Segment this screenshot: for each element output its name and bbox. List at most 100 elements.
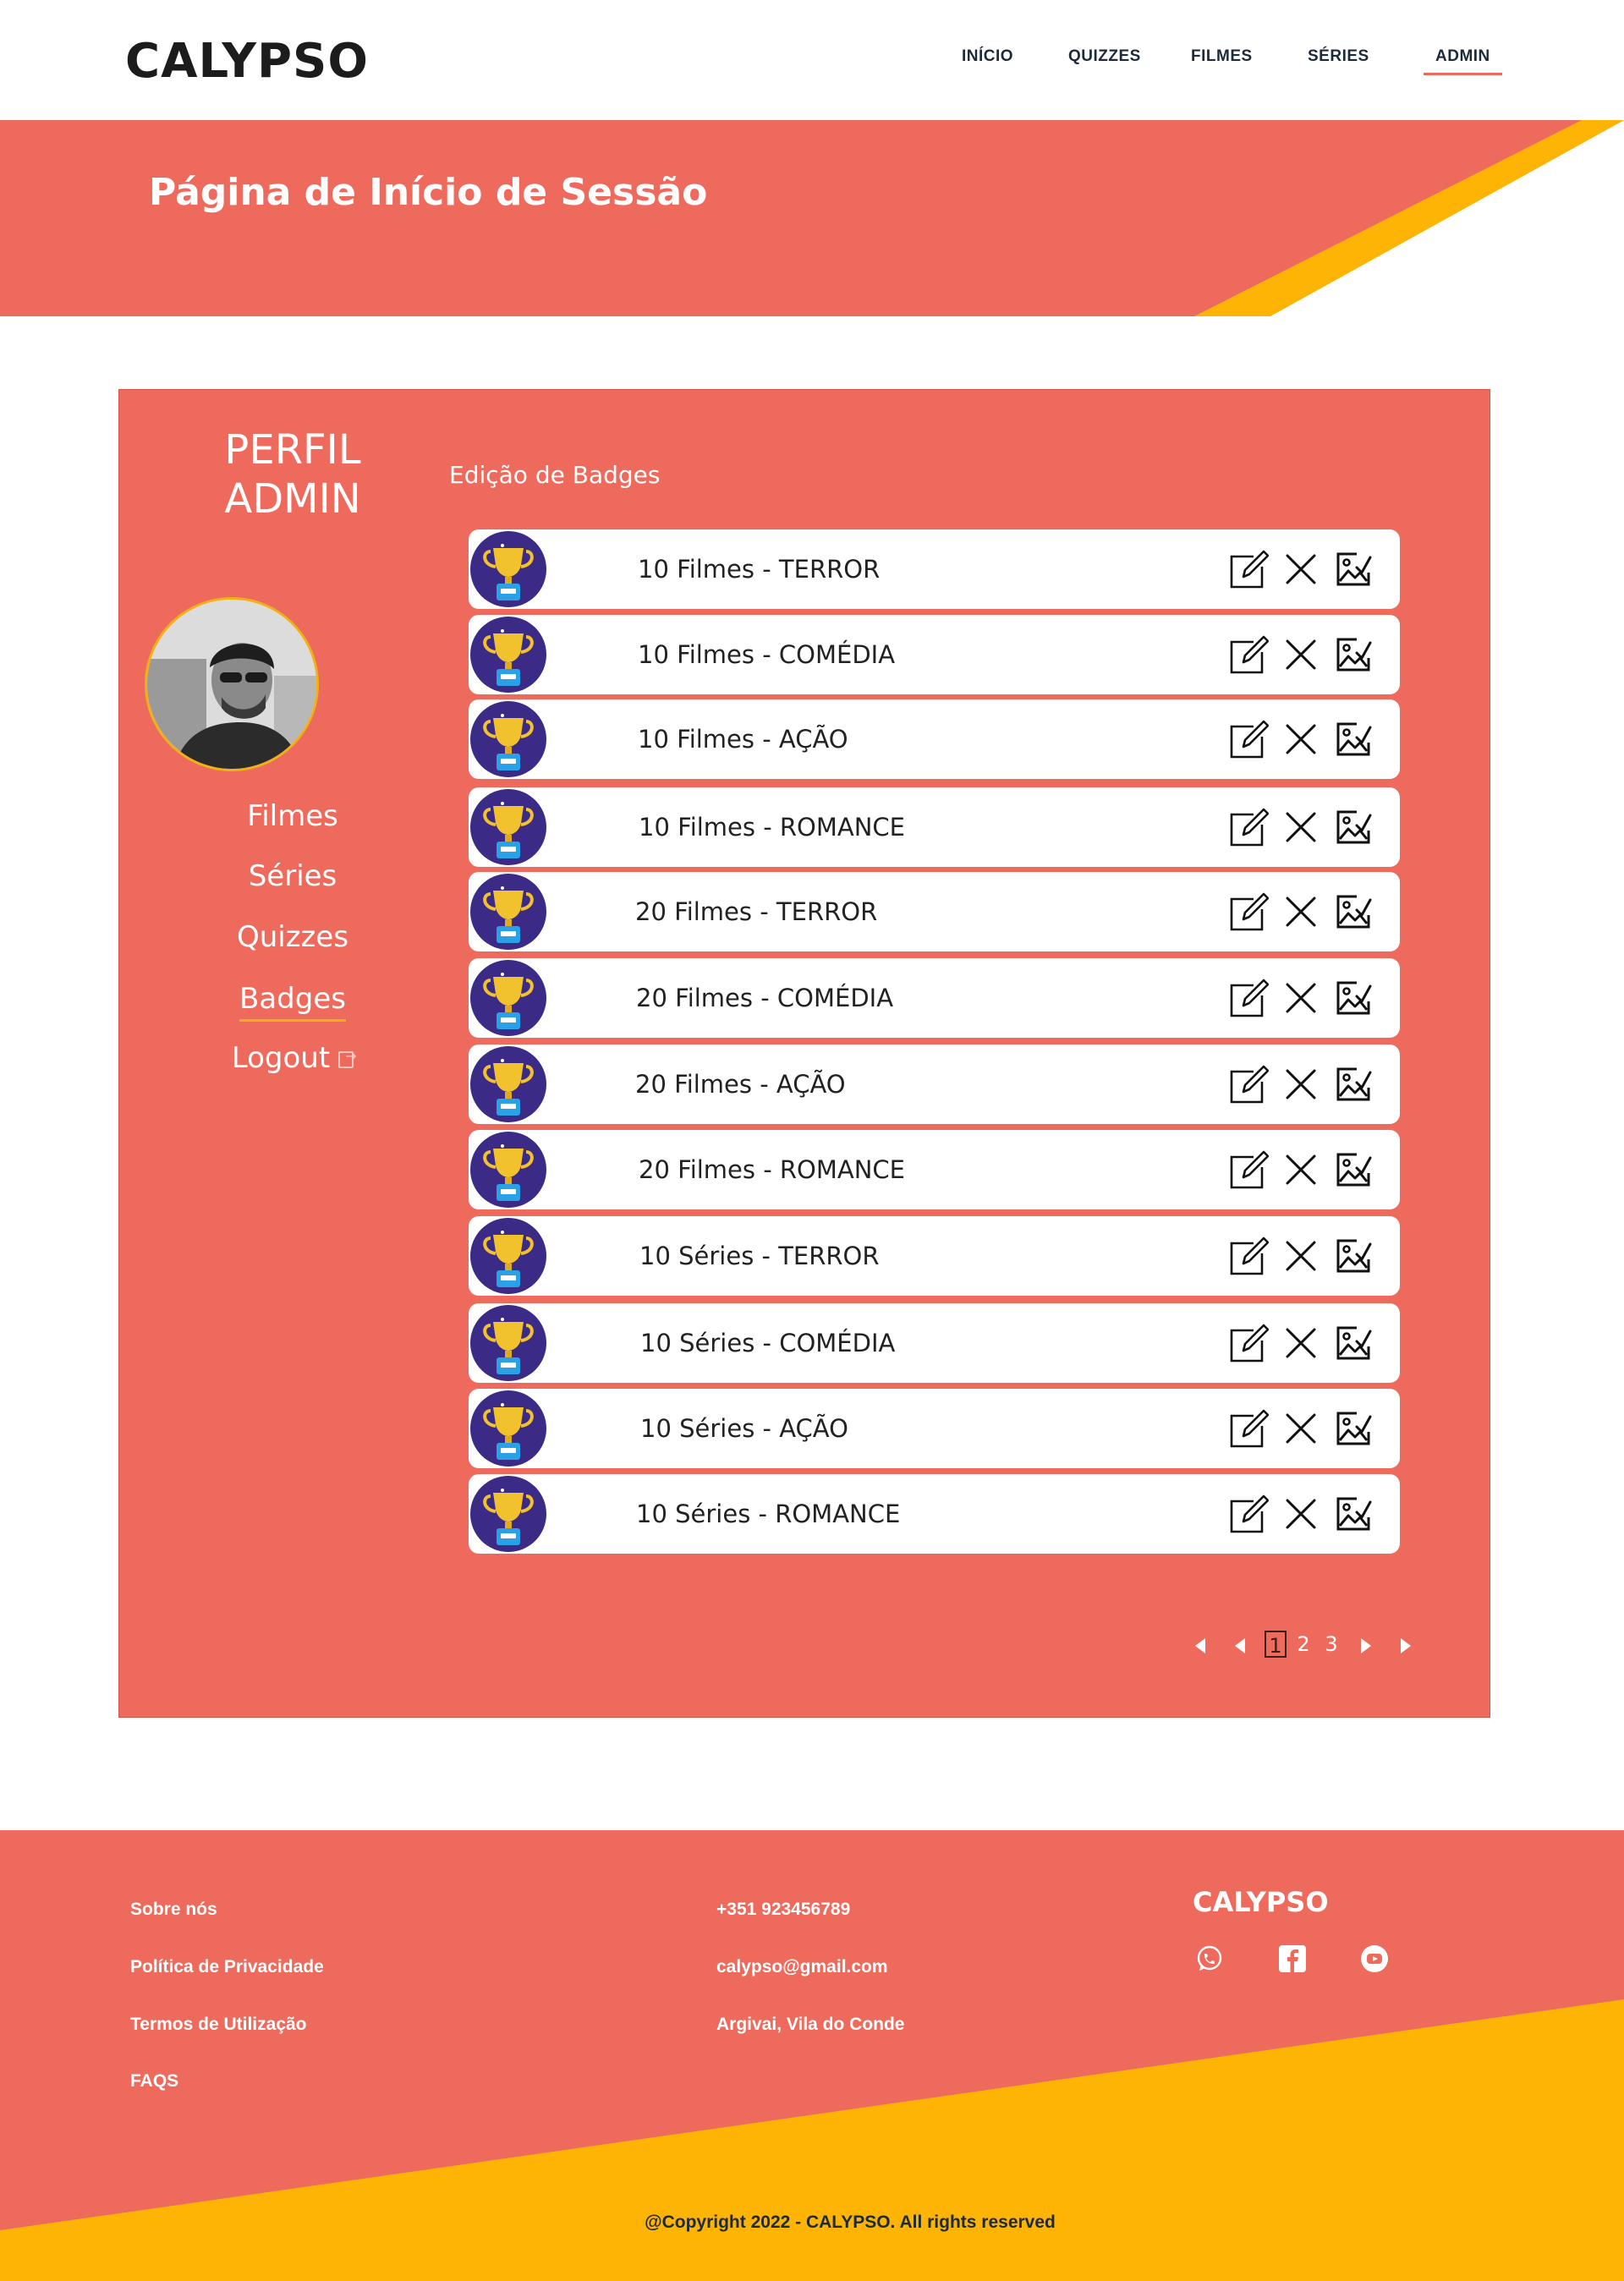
close-icon[interactable] (1282, 979, 1320, 1017)
edit-icon[interactable] (1228, 718, 1270, 760)
footer-email: calypso@gmail.com (716, 1957, 888, 1977)
trophy-icon (470, 874, 546, 950)
badge-name: 10 Filmes - AÇÃO (638, 725, 848, 754)
last-page-icon[interactable] (1396, 1633, 1416, 1659)
badge-name: 10 Séries - AÇÃO (640, 1414, 848, 1443)
close-icon[interactable] (1282, 636, 1320, 673)
nav-link-filmes[interactable]: FILMES (1191, 47, 1253, 66)
badge-row: 10 Séries - TERROR (469, 1216, 1400, 1296)
page-number-1[interactable]: 1 (1265, 1631, 1287, 1658)
first-page-icon[interactable] (1190, 1633, 1210, 1659)
sidebar-item-filmes[interactable]: Filmes (119, 799, 466, 833)
badge-row: 10 Séries - ROMANCE (469, 1474, 1400, 1554)
edit-icon[interactable] (1228, 1322, 1270, 1364)
nav-link-inicio[interactable]: INÍCIO (962, 47, 1013, 66)
trophy-icon (470, 701, 546, 777)
footer-link-faqs[interactable]: FAQS (130, 2071, 178, 2092)
close-icon[interactable] (1282, 721, 1320, 758)
close-icon[interactable] (1282, 1151, 1320, 1188)
sidebar-item-series[interactable]: Séries (119, 859, 466, 893)
badge-name: 20 Filmes - TERROR (635, 897, 878, 926)
nav-link-series[interactable]: SÉRIES (1308, 47, 1369, 66)
edit-image-icon[interactable] (1335, 551, 1372, 588)
close-icon[interactable] (1282, 893, 1320, 930)
close-icon[interactable] (1282, 1410, 1320, 1447)
copyright-text: @Copyright 2022 - CALYPSO. All rights re… (645, 2212, 1056, 2232)
edit-image-icon[interactable] (1335, 1151, 1372, 1188)
edit-image-icon[interactable] (1335, 1495, 1372, 1533)
edit-icon[interactable] (1228, 1149, 1270, 1191)
badge-row: 10 Filmes - AÇÃO (469, 699, 1400, 779)
edit-icon[interactable] (1228, 977, 1270, 1019)
banner-background (0, 120, 1624, 316)
edit-icon[interactable] (1228, 1407, 1270, 1450)
badge-name: 10 Séries - COMÉDIA (640, 1329, 896, 1357)
admin-panel: PERFIL ADMIN Filmes Séries Quizzes Badge… (118, 389, 1490, 1718)
trophy-icon (470, 960, 546, 1036)
edit-image-icon[interactable] (1335, 893, 1372, 930)
edit-icon[interactable] (1228, 891, 1270, 933)
prev-page-icon[interactable] (1230, 1633, 1250, 1659)
page-banner: Página de Início de Sessão (0, 120, 1624, 316)
footer-brand: CALYPSO (1193, 1886, 1329, 1918)
avatar (145, 597, 319, 771)
edit-icon[interactable] (1228, 1235, 1270, 1277)
close-icon[interactable] (1282, 1237, 1320, 1275)
trophy-icon (470, 789, 546, 865)
footer: Sobre nós Política de Privacidade Termos… (0, 1830, 1624, 2281)
page-number-2[interactable]: 2 (1292, 1631, 1314, 1658)
edit-image-icon[interactable] (1335, 1066, 1372, 1103)
footer-link-privacy[interactable]: Política de Privacidade (130, 1957, 324, 1977)
close-icon[interactable] (1282, 1495, 1320, 1533)
footer-link-about[interactable]: Sobre nós (130, 1900, 217, 1920)
close-icon[interactable] (1282, 1324, 1320, 1362)
edit-image-icon[interactable] (1335, 1324, 1372, 1362)
footer-phone: +351 923456789 (716, 1900, 851, 1919)
badge-name: 20 Filmes - AÇÃO (635, 1070, 846, 1099)
badge-row: 20 Filmes - COMÉDIA (469, 958, 1400, 1038)
footer-address: Argivai, Vila do Conde (716, 2015, 905, 2034)
badge-row: 20 Filmes - ROMANCE (469, 1130, 1400, 1209)
edit-icon[interactable] (1228, 548, 1270, 590)
page-number-3[interactable]: 3 (1320, 1631, 1342, 1658)
edit-image-icon[interactable] (1335, 721, 1372, 758)
edit-icon[interactable] (1228, 1063, 1270, 1105)
badge-name: 20 Filmes - ROMANCE (639, 1155, 906, 1184)
trophy-icon (470, 531, 546, 607)
sidebar-item-quizzes[interactable]: Quizzes (119, 920, 466, 954)
sidebar-item-badges[interactable]: Badges (119, 982, 466, 1022)
edit-image-icon[interactable] (1335, 1410, 1372, 1447)
trophy-icon (470, 617, 546, 693)
edit-icon[interactable] (1228, 806, 1270, 848)
badge-row: 20 Filmes - TERROR (469, 872, 1400, 951)
badge-row: 10 Filmes - ROMANCE (469, 787, 1400, 867)
nav-link-quizzes[interactable]: QUIZZES (1068, 47, 1141, 66)
trophy-icon (470, 1390, 546, 1467)
badge-name: 10 Filmes - ROMANCE (639, 813, 906, 842)
badge-row: 20 Filmes - AÇÃO (469, 1045, 1400, 1124)
edit-icon[interactable] (1228, 1493, 1270, 1535)
section-heading: Edição de Badges (449, 461, 661, 489)
edit-image-icon[interactable] (1335, 979, 1372, 1017)
youtube-icon[interactable] (1359, 1944, 1390, 1974)
whatsapp-icon[interactable] (1194, 1944, 1225, 1974)
badge-row: 10 Filmes - TERROR (469, 529, 1400, 609)
close-icon[interactable] (1282, 809, 1320, 846)
sidebar-item-logout[interactable]: Logout (119, 1041, 466, 1075)
logout-icon (338, 1048, 357, 1068)
close-icon[interactable] (1282, 551, 1320, 588)
nav-link-admin[interactable]: ADMIN (1424, 47, 1502, 75)
facebook-icon[interactable] (1277, 1944, 1308, 1974)
next-page-icon[interactable] (1356, 1633, 1376, 1659)
edit-icon[interactable] (1228, 633, 1270, 676)
footer-link-terms[interactable]: Termos de Utilização (130, 2015, 307, 2035)
badge-row: 10 Séries - COMÉDIA (469, 1303, 1400, 1383)
edit-image-icon[interactable] (1335, 809, 1372, 846)
badge-row: 10 Séries - AÇÃO (469, 1389, 1400, 1468)
edit-image-icon[interactable] (1335, 1237, 1372, 1275)
close-icon[interactable] (1282, 1066, 1320, 1103)
site-logo[interactable]: CALYPSO (125, 34, 369, 89)
badge-name: 10 Filmes - TERROR (638, 555, 881, 584)
edit-image-icon[interactable] (1335, 636, 1372, 673)
badge-name: 20 Filmes - COMÉDIA (636, 984, 894, 1012)
